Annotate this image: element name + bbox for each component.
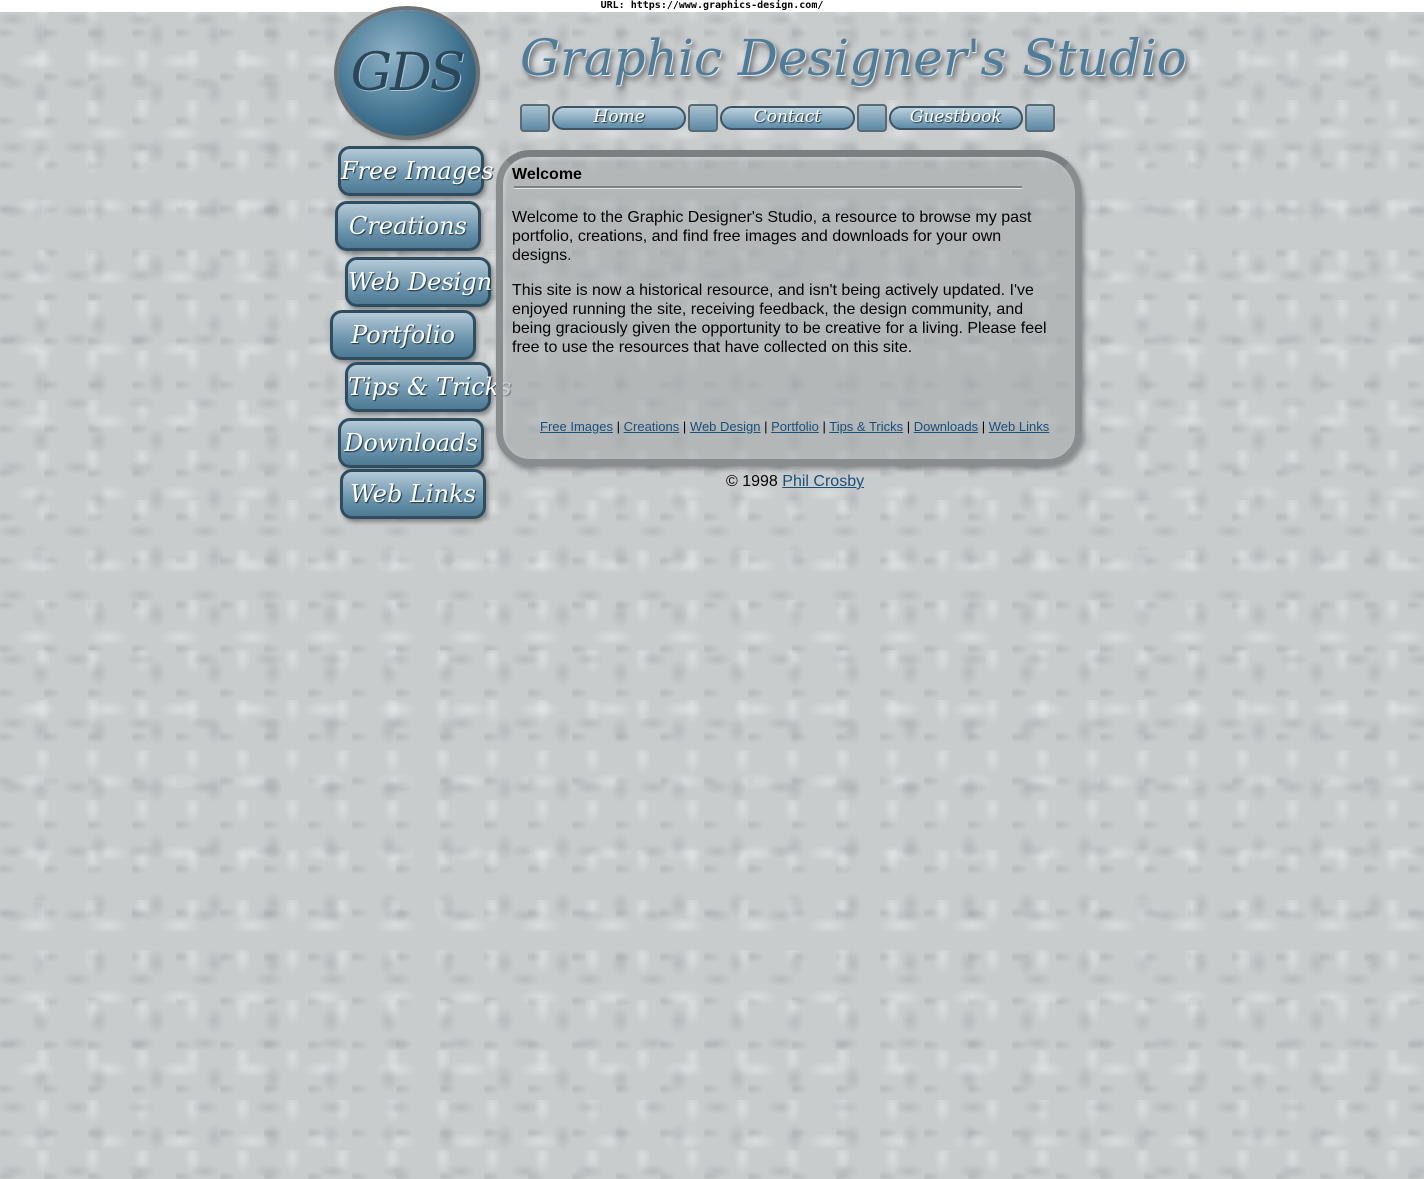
side-nav-portfolio-button[interactable]: Portfolio — [330, 310, 476, 360]
logo-text: GDS — [350, 43, 466, 103]
welcome-heading: Welcome — [512, 166, 582, 183]
footer-link-creations[interactable]: Creations — [624, 419, 680, 434]
link-separator: | — [906, 419, 911, 434]
historical-paragraph: This site is now a historical resource, … — [512, 282, 1047, 356]
footer-link-bar: Free Images | Creations | Web Design | P… — [540, 419, 1049, 434]
heading-divider — [514, 186, 1022, 189]
link-separator: | — [822, 419, 826, 434]
copyright-line: © 1998 Phil Crosby — [726, 473, 864, 491]
nav-divider — [688, 104, 719, 132]
copyright-text: © 1998 — [726, 473, 778, 490]
side-nav-web-links-button[interactable]: Web Links — [340, 469, 486, 519]
footer-link-downloads[interactable]: Downloads — [914, 419, 978, 434]
author-link[interactable]: Phil Crosby — [782, 473, 864, 490]
top-nav: Home Contact Guestbook — [520, 102, 1055, 134]
footer-link-web-design[interactable]: Web Design — [690, 419, 761, 434]
gds-logo[interactable]: GDS — [338, 10, 476, 136]
link-separator: | — [682, 419, 687, 434]
nav-divider — [856, 104, 887, 132]
footer-link-portfolio[interactable]: Portfolio — [771, 419, 819, 434]
footer-link-tips-tricks[interactable]: Tips & Tricks — [829, 419, 903, 434]
link-separator: | — [616, 419, 620, 434]
nav-contact-button[interactable]: Contact — [720, 106, 855, 130]
site-title-banner: Graphic Designer's Studio — [520, 29, 1187, 87]
side-nav-free-images-button[interactable]: Free Images — [338, 146, 494, 196]
side-nav-tips-tricks-button[interactable]: Tips & Tricks — [345, 362, 511, 412]
nav-left-cap — [520, 104, 550, 132]
footer-link-free-images[interactable]: Free Images — [540, 419, 613, 434]
link-separator: | — [764, 419, 768, 434]
side-nav-creations-button[interactable]: Creations — [335, 201, 481, 251]
intro-paragraph: Welcome to the Graphic Designer's Studio… — [512, 209, 1032, 264]
side-nav-web-design-button[interactable]: Web Design — [345, 257, 492, 307]
footer-link-web-links[interactable]: Web Links — [989, 419, 1049, 434]
side-nav-downloads-button[interactable]: Downloads — [338, 418, 484, 468]
nav-guestbook-button[interactable]: Guestbook — [888, 106, 1023, 130]
link-separator: | — [981, 419, 986, 434]
url-bar: URL: https://www.graphics-design.com/ — [0, 0, 1424, 12]
nav-right-cap — [1024, 104, 1055, 132]
nav-home-button[interactable]: Home — [552, 106, 687, 130]
